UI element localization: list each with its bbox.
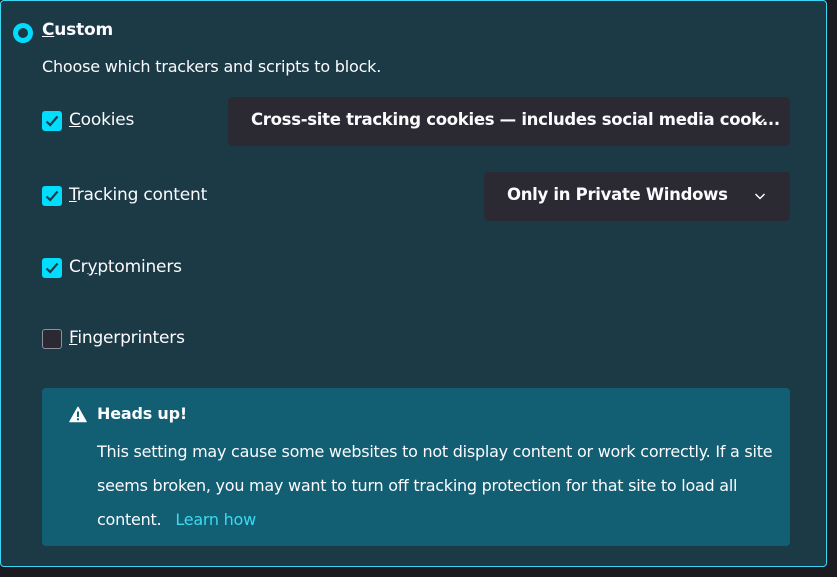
checkbox-checked-icon xyxy=(45,262,59,274)
cryptominers-checkbox[interactable] xyxy=(42,258,62,278)
checkbox-checked-icon xyxy=(45,190,59,202)
alert-heading: Heads up! xyxy=(97,404,187,423)
alert-message: This setting may cause some websites to … xyxy=(97,435,777,537)
tracker-row-tracking-content: Tracking content xyxy=(42,185,242,209)
radio-selected-icon xyxy=(18,28,28,38)
custom-option-title[interactable]: Custom xyxy=(42,20,113,40)
custom-radio[interactable] xyxy=(13,23,33,43)
custom-protection-panel: Custom Choose which trackers and scripts… xyxy=(0,0,827,567)
learn-how-link[interactable]: Learn how xyxy=(175,510,256,529)
tracking-content-select[interactable]: Only in Private Windows xyxy=(484,172,790,221)
cryptominers-label[interactable]: Cryptominers xyxy=(69,257,182,277)
warning-icon xyxy=(69,406,87,423)
heads-up-alert: Heads up! This setting may cause some we… xyxy=(42,388,790,546)
tracker-row-cryptominers: Cryptominers xyxy=(42,257,212,281)
chevron-down-icon xyxy=(754,118,766,125)
tracker-row-fingerprinters: Fingerprinters xyxy=(42,328,212,352)
fingerprinters-label[interactable]: Fingerprinters xyxy=(69,328,185,348)
tracking-content-select-value: Only in Private Windows xyxy=(507,185,728,204)
cookies-checkbox[interactable] xyxy=(42,111,62,131)
custom-option-description: Choose which trackers and scripts to blo… xyxy=(42,57,382,76)
tracking-content-label[interactable]: Tracking content xyxy=(69,185,207,205)
cookies-label[interactable]: Cookies xyxy=(69,110,134,130)
fingerprinters-checkbox[interactable] xyxy=(42,329,62,349)
chevron-down-icon xyxy=(754,193,766,200)
tracking-content-checkbox[interactable] xyxy=(42,186,62,206)
cookies-select[interactable]: Cross-site tracking cookies — includes s… xyxy=(228,97,790,146)
tracker-row-cookies: Cookies xyxy=(42,110,212,134)
checkbox-checked-icon xyxy=(45,115,59,127)
cookies-select-value: Cross-site tracking cookies — includes s… xyxy=(251,110,780,129)
